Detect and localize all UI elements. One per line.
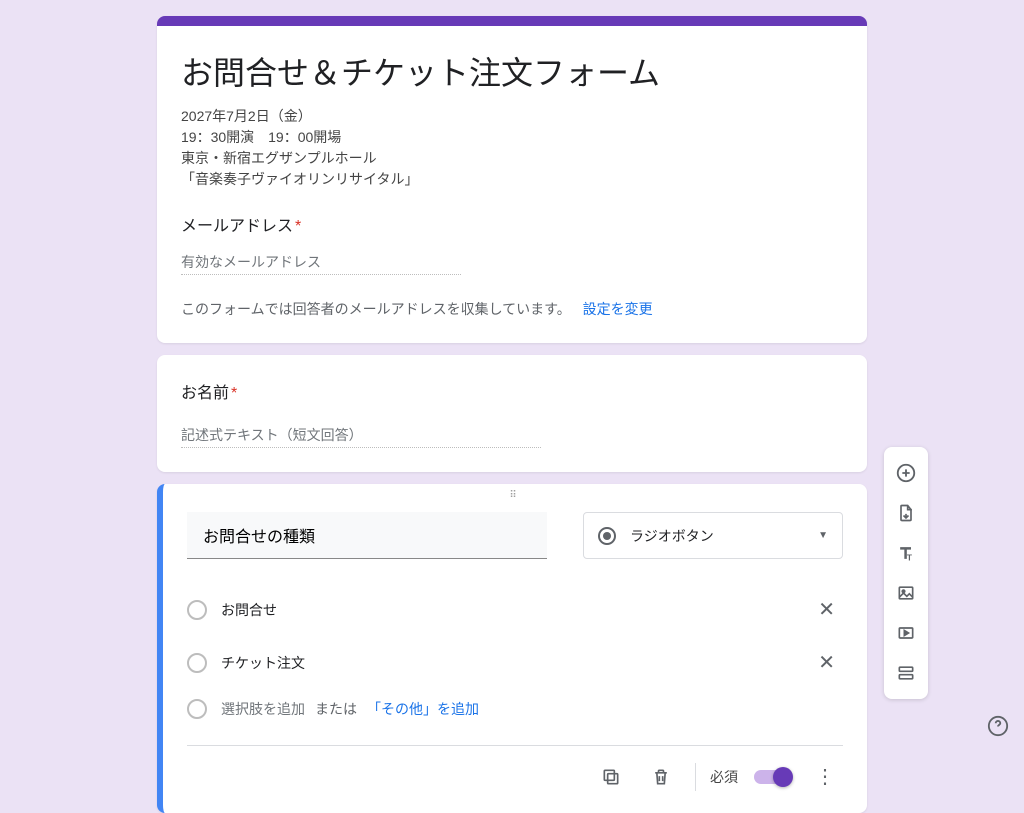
- option-row: お問合せ ✕: [187, 583, 843, 636]
- add-image-button[interactable]: [888, 575, 924, 611]
- radio-outline-icon: [187, 699, 207, 719]
- description-line: 19：30開演 19：00開場: [181, 127, 843, 148]
- divider: [695, 763, 696, 791]
- duplicate-button[interactable]: [591, 757, 631, 797]
- question-type-selector[interactable]: ラジオボタン ▼: [583, 512, 843, 559]
- side-toolbar: T: [884, 447, 928, 699]
- description-line: 東京・新宿エグザンプルホール: [181, 148, 843, 169]
- more-menu-button[interactable]: ⋮: [807, 756, 843, 797]
- option-text[interactable]: チケット注文: [221, 653, 305, 673]
- form-header-card: お問合せ＆チケット注文フォーム 2027年7月2日（金） 19：30開演 19：…: [157, 16, 867, 343]
- option-text[interactable]: お問合せ: [221, 600, 277, 620]
- add-other-link[interactable]: 「その他」を追加: [367, 699, 479, 719]
- add-title-button[interactable]: T: [888, 535, 924, 571]
- question-card-active[interactable]: ⠿ ラジオボタン ▼ お問合せ ✕ チケット注文 ✕ 選択肢を追加: [157, 484, 867, 813]
- radio-outline-icon: [187, 653, 207, 673]
- required-asterisk: *: [295, 218, 301, 235]
- add-section-button[interactable]: [888, 655, 924, 691]
- email-label: メールアドレス: [181, 218, 293, 235]
- required-asterisk: *: [231, 385, 237, 402]
- remove-option-button[interactable]: ✕: [810, 593, 843, 626]
- remove-option-button[interactable]: ✕: [810, 646, 843, 679]
- drag-handle-icon[interactable]: ⠿: [163, 490, 867, 501]
- radio-icon: [598, 527, 616, 545]
- description-line: 「音楽奏子ヴァイオリンリサイタル」: [181, 169, 843, 190]
- question-card-name[interactable]: お名前*: [157, 355, 867, 472]
- help-button[interactable]: [986, 714, 1010, 738]
- svg-text:T: T: [907, 553, 912, 563]
- form-title[interactable]: お問合せ＆チケット注文フォーム: [181, 48, 843, 94]
- required-toggle[interactable]: [754, 770, 791, 784]
- required-label: 必須: [710, 767, 738, 787]
- name-answer-input[interactable]: [181, 423, 541, 448]
- option-row: チケット注文 ✕: [187, 636, 843, 689]
- or-text: または: [315, 699, 357, 719]
- description-line: 2027年7月2日（金）: [181, 106, 843, 127]
- add-video-button[interactable]: [888, 615, 924, 651]
- email-collect-note: このフォームでは回答者のメールアドレスを収集しています。: [181, 301, 571, 317]
- add-question-button[interactable]: [888, 455, 924, 491]
- add-option-text[interactable]: 選択肢を追加: [221, 699, 305, 719]
- email-input[interactable]: [181, 250, 461, 275]
- change-settings-link[interactable]: 設定を変更: [583, 301, 653, 317]
- question-title: お名前: [181, 385, 229, 402]
- radio-outline-icon: [187, 600, 207, 620]
- delete-button[interactable]: [641, 757, 681, 797]
- import-questions-button[interactable]: [888, 495, 924, 531]
- chevron-down-icon: ▼: [818, 530, 828, 541]
- question-title-input[interactable]: [187, 512, 547, 559]
- add-option-row: 選択肢を追加 または 「その他」を追加: [187, 689, 843, 729]
- type-label: ラジオボタン: [630, 526, 714, 546]
